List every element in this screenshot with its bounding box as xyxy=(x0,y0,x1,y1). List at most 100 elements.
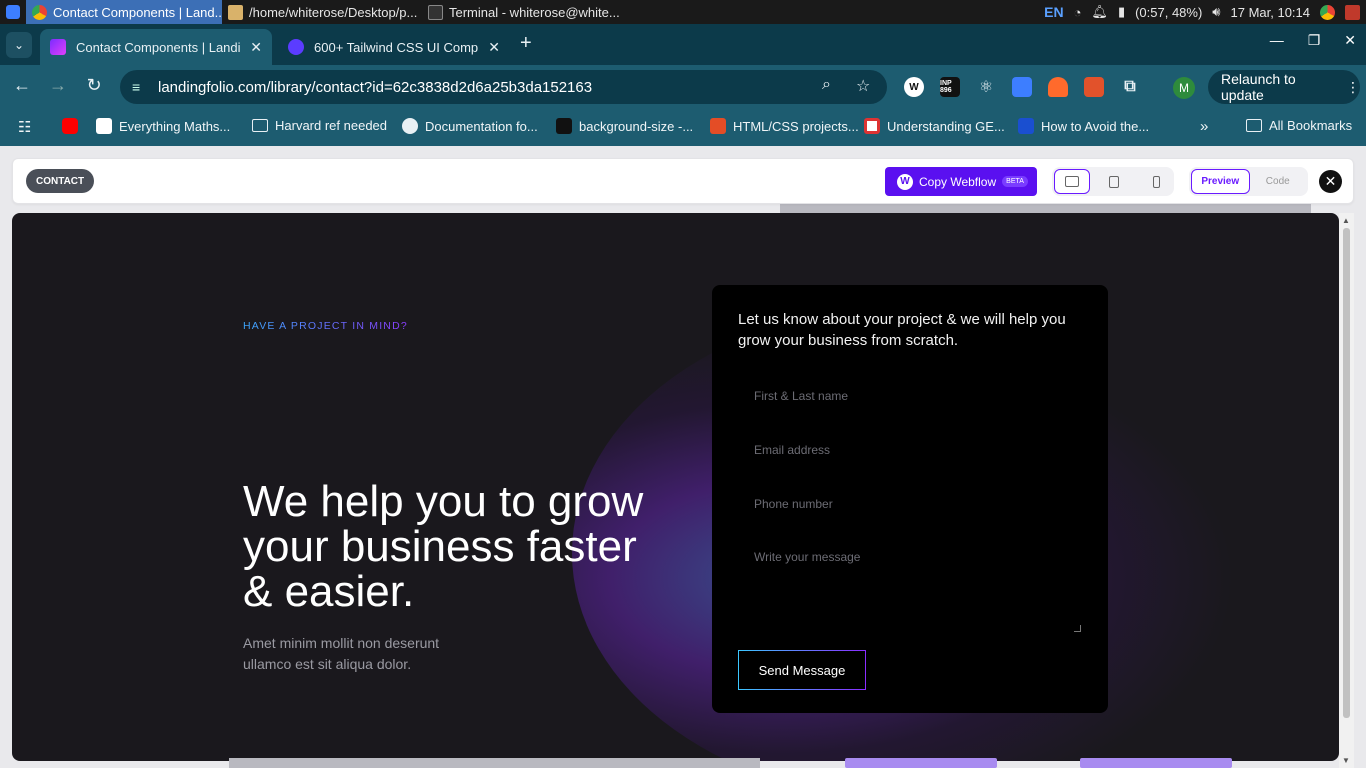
globe-icon xyxy=(402,118,418,134)
scroll-down-icon[interactable]: ▼ xyxy=(1342,756,1350,765)
show-desktop-icon[interactable] xyxy=(1345,4,1360,20)
bookmark-label: Understanding GE... xyxy=(887,118,1005,134)
close-icon: ✕ xyxy=(1324,173,1337,189)
plus-icon: + xyxy=(520,32,532,54)
bookmark-documentation[interactable]: Documentation fo... xyxy=(402,118,538,134)
bookmark-html-css-projects[interactable]: HTML/CSS projects... xyxy=(710,118,859,134)
mobile-view-button[interactable] xyxy=(1138,169,1174,194)
taskbar-window-chrome[interactable]: Contact Components | Land... xyxy=(26,0,222,24)
page-title: We help you to grow your business faster… xyxy=(243,477,644,616)
address-bar[interactable]: ≡ landingfolio.com/library/contact?id=62… xyxy=(120,70,887,104)
scroll-up-icon[interactable]: ▲ xyxy=(1342,216,1350,225)
bookmark-label: Documentation fo... xyxy=(425,118,538,134)
metamask-icon[interactable] xyxy=(1084,77,1104,97)
send-message-button[interactable]: Send Message xyxy=(738,650,866,690)
tablet-icon xyxy=(1109,175,1119,188)
bookmark-folder-harvard[interactable]: Harvard ref needed xyxy=(252,118,387,133)
browser-toolbar: ← → ↻ ≡ landingfolio.com/library/contact… xyxy=(0,65,1366,110)
bookmark-label: Harvard ref needed xyxy=(275,118,388,133)
tab-tailwind-ui[interactable]: 600+ Tailwind CSS UI Compon ✕ xyxy=(278,29,510,65)
relaunch-label: Relaunch to update xyxy=(1221,71,1296,103)
terminal-icon xyxy=(428,4,443,20)
message-placeholder: Write your message xyxy=(754,550,861,564)
taskbar-window-title: /home/whiterose/Desktop/p... xyxy=(249,4,418,20)
zoom-search-icon[interactable]: ⌕ xyxy=(822,76,831,94)
close-tab-icon[interactable]: ✕ xyxy=(488,39,500,56)
site-info-icon[interactable]: ≡ xyxy=(132,79,152,95)
tailwind-favicon xyxy=(288,39,304,55)
bookmark-how-to-avoid[interactable]: How to Avoid the... xyxy=(1018,118,1149,134)
chrome-icon xyxy=(32,4,47,20)
volume-icon[interactable]: 🔊︎ xyxy=(1212,4,1220,20)
code-tab[interactable]: Code xyxy=(1250,169,1307,194)
react-devtools-icon[interactable]: ⚛ xyxy=(976,77,996,97)
new-tab-button[interactable]: + xyxy=(520,32,532,55)
tab-contact-components[interactable]: Contact Components | Landi ✕ xyxy=(40,29,272,65)
minimize-icon[interactable]: — xyxy=(1270,32,1284,49)
inp-extension-icon[interactable]: INP 896 xyxy=(940,77,960,97)
adjacent-preview-strip xyxy=(1080,758,1232,768)
taskbar-window-files[interactable]: /home/whiterose/Desktop/p... xyxy=(222,0,422,24)
bookmark-everything-maths[interactable]: Everything Maths... xyxy=(96,118,230,134)
site-icon xyxy=(864,118,880,134)
copy-webflow-button[interactable]: W Copy Webflow BETA xyxy=(885,167,1037,196)
reload-icon[interactable]: ↻ xyxy=(82,75,106,96)
extension-doc-icon[interactable] xyxy=(1012,77,1032,97)
all-bookmarks[interactable]: All Bookmarks xyxy=(1246,118,1352,133)
web-page: CONTACT W Copy Webflow BETA Preview Code… xyxy=(0,146,1366,768)
bell-icon[interactable]: 🔔︎ xyxy=(1091,4,1108,20)
bookmark-label: All Bookmarks xyxy=(1269,118,1353,133)
close-window-icon[interactable]: ✕ xyxy=(1344,32,1356,49)
url-text[interactable]: landingfolio.com/library/contact?id=62c3… xyxy=(158,79,592,96)
keyboard-layout-indicator[interactable]: EN xyxy=(1044,4,1063,20)
bookmark-youtube[interactable] xyxy=(62,118,78,134)
battery-icon[interactable]: ▮ xyxy=(1118,4,1125,20)
apps-grid-icon[interactable]: ☷ xyxy=(18,118,31,136)
preview-tab[interactable]: Preview xyxy=(1191,169,1250,194)
preview-code-toggle: Preview Code xyxy=(1189,167,1308,196)
clock[interactable]: 17 Mar, 10:14 xyxy=(1231,5,1311,20)
preview-scrollbar[interactable]: ▲ ▼ xyxy=(1339,213,1354,768)
tab-search-button[interactable]: ⌄ xyxy=(6,32,32,58)
bookmark-understanding[interactable]: Understanding GE... xyxy=(864,118,1005,134)
chrome-tray-icon[interactable] xyxy=(1320,4,1335,20)
contact-section-preview: HAVE A PROJECT IN MIND? We help you to g… xyxy=(12,213,1339,761)
close-tab-icon[interactable]: ✕ xyxy=(250,39,262,56)
subheading: Amet minim mollit non deserunt ullamco e… xyxy=(243,635,440,672)
taskbar-window-terminal[interactable]: Terminal - whiterose@white... xyxy=(422,0,622,24)
close-preview-button[interactable]: ✕ xyxy=(1319,170,1342,193)
desktop-icon xyxy=(1065,176,1079,187)
wifi-icon[interactable]: ◔ xyxy=(1074,5,1082,20)
phone-field[interactable]: Phone number xyxy=(738,485,1081,523)
chevron-down-icon: ⌄ xyxy=(13,38,25,52)
more-bookmarks-icon[interactable]: » xyxy=(1200,118,1208,135)
email-field[interactable]: Email address xyxy=(738,431,1081,469)
folder-icon xyxy=(252,119,268,132)
desktop-view-button[interactable] xyxy=(1054,169,1090,194)
bookmark-star-icon[interactable]: ☆ xyxy=(856,76,870,96)
bookmark-label: HTML/CSS projects... xyxy=(733,118,859,134)
resize-handle-icon[interactable] xyxy=(1074,625,1081,632)
profile-avatar[interactable]: M xyxy=(1173,77,1195,99)
back-icon[interactable]: ← xyxy=(10,75,34,96)
tab-title: Contact Components | Landi xyxy=(76,39,241,55)
relaunch-button[interactable]: Relaunch to update ⋮ xyxy=(1208,70,1360,104)
extension-w-icon[interactable]: W xyxy=(904,77,924,97)
os-taskbar: Contact Components | Land... /home/white… xyxy=(0,0,1366,24)
tablet-view-button[interactable] xyxy=(1096,169,1132,194)
bookmark-background-size[interactable]: background-size -... xyxy=(556,118,693,134)
taskbar-window-title: Terminal - whiterose@white... xyxy=(449,4,620,20)
message-field[interactable]: Write your message xyxy=(738,542,1081,632)
name-field[interactable]: First & Last name xyxy=(738,377,1081,415)
youtube-icon xyxy=(62,118,78,134)
bookmark-label: Everything Maths... xyxy=(119,118,231,134)
extensions-puzzle-icon[interactable]: ⧉ xyxy=(1120,77,1140,97)
app-menu-button[interactable] xyxy=(0,0,26,24)
forward-icon[interactable]: → xyxy=(46,75,70,96)
extension-lighthouse-icon[interactable] xyxy=(1048,77,1068,97)
adjacent-preview-strip xyxy=(845,758,997,768)
scrollbar-thumb[interactable] xyxy=(1343,228,1350,718)
mdn-icon xyxy=(556,118,572,134)
restore-icon[interactable]: ❐ xyxy=(1308,32,1321,49)
folder-icon xyxy=(1246,119,1262,132)
